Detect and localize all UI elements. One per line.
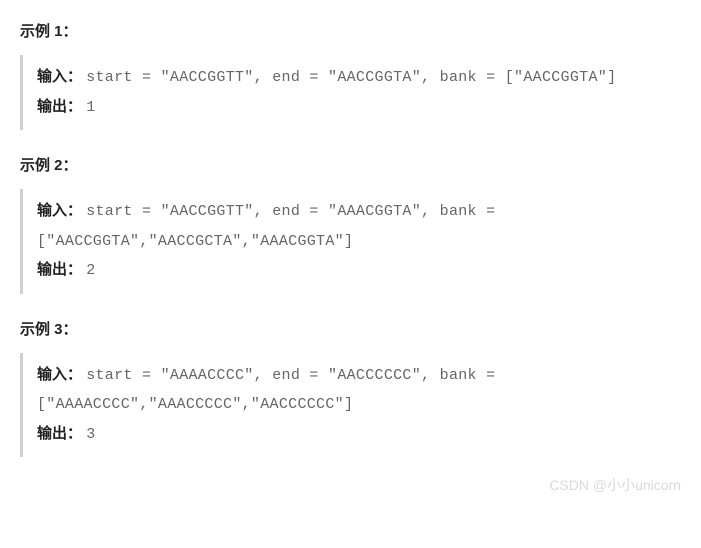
input-code: start = "AAAACCCC", end = "AACCCCCC", ba… [37,367,495,414]
input-label: 输入： [37,68,82,85]
output-code: 1 [86,99,95,116]
example-heading: 示例 1： [20,20,681,41]
output-code: 3 [86,426,95,443]
output-code: 2 [86,262,95,279]
output-line: 输出： 3 [37,420,681,450]
input-line: 输入： start = "AACCGGTT", end = "AACCGGTA"… [37,63,681,93]
output-label: 输出： [37,261,82,278]
input-label: 输入： [37,202,82,219]
example-block: 输入： start = "AAAACCCC", end = "AACCCCCC"… [20,353,681,458]
example-section-3: 示例 3： 输入： start = "AAAACCCC", end = "AAC… [20,318,681,458]
example-section-2: 示例 2： 输入： start = "AACCGGTT", end = "AAA… [20,154,681,294]
output-line: 输出： 2 [37,256,681,286]
output-line: 输出： 1 [37,93,681,123]
example-heading: 示例 2： [20,154,681,175]
input-code: start = "AACCGGTT", end = "AAACGGTA", ba… [37,203,495,250]
input-label: 输入： [37,366,82,383]
example-section-1: 示例 1： 输入： start = "AACCGGTT", end = "AAC… [20,20,681,130]
output-label: 输出： [37,98,82,115]
input-code: start = "AACCGGTT", end = "AACCGGTA", ba… [86,69,616,86]
example-block: 输入： start = "AACCGGTT", end = "AACCGGTA"… [20,55,681,130]
input-line: 输入： start = "AACCGGTT", end = "AAACGGTA"… [37,197,681,256]
watermark: CSDN @小小unicorn [549,475,681,495]
input-line: 输入： start = "AAAACCCC", end = "AACCCCCC"… [37,361,681,420]
output-label: 输出： [37,425,82,442]
example-block: 输入： start = "AACCGGTT", end = "AAACGGTA"… [20,189,681,294]
example-heading: 示例 3： [20,318,681,339]
